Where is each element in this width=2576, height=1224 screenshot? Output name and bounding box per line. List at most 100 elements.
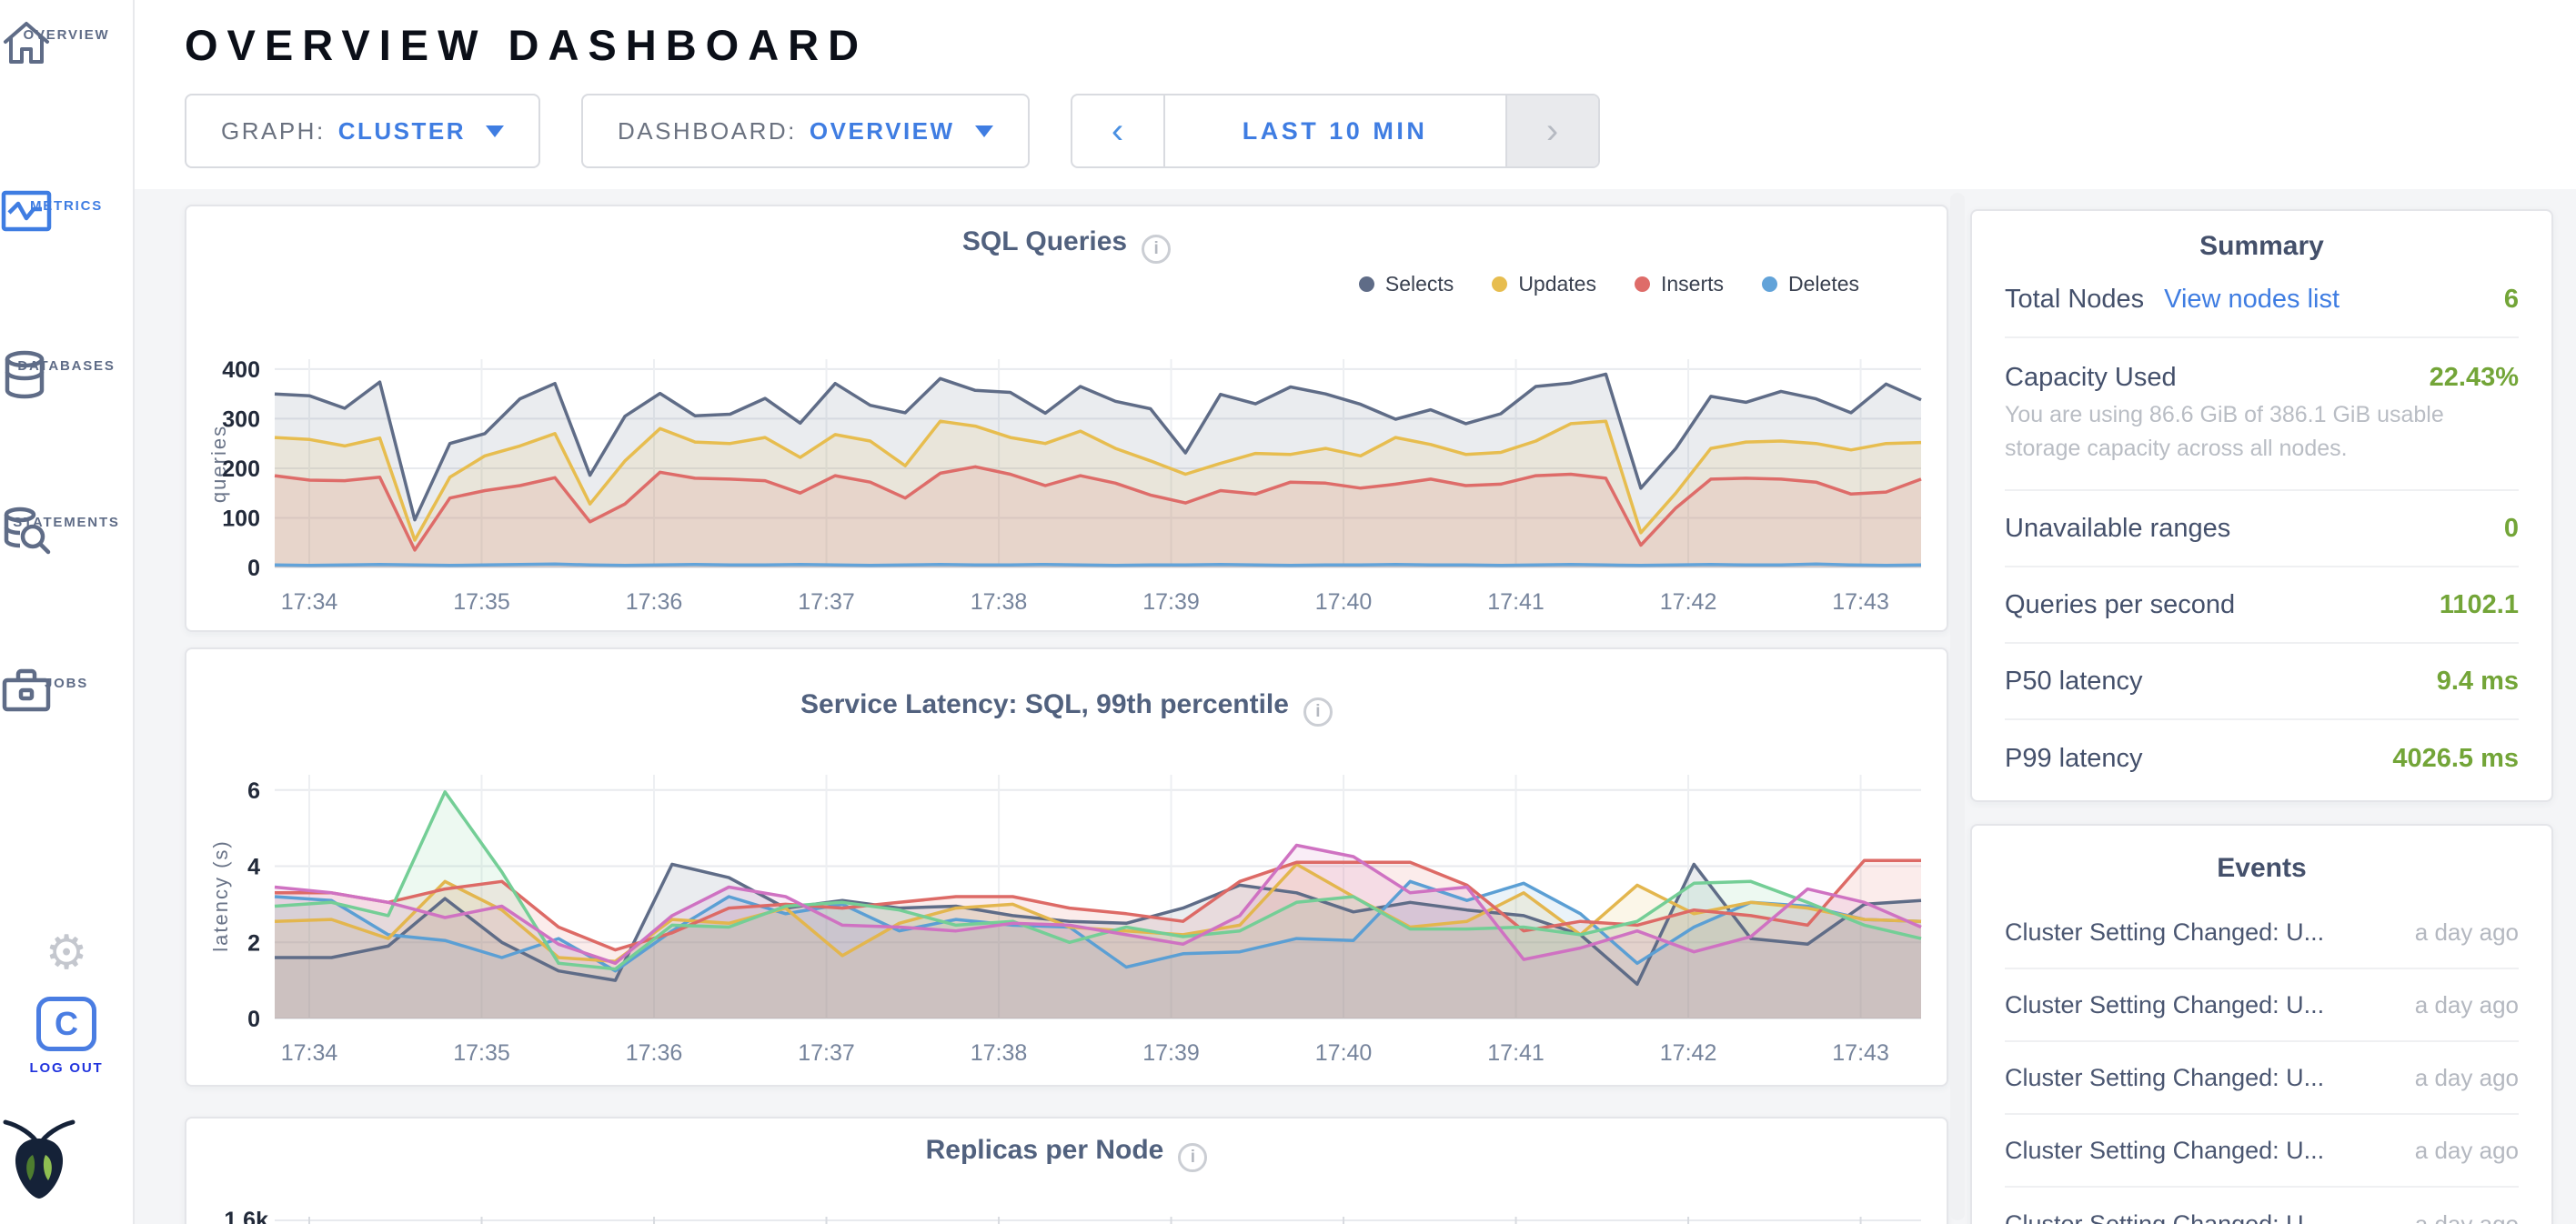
- dashboard-select-value: OVERVIEW: [810, 117, 955, 145]
- logout-button[interactable]: C LOG OUT: [0, 997, 133, 1076]
- summary-panel: Summary Total Nodes View nodes list 6 Capac…: [1970, 209, 2553, 802]
- event-time: a day ago: [2415, 991, 2519, 1019]
- summary-row: Total Nodes View nodes list 6: [2005, 262, 2519, 338]
- graph-select-label: GRAPH:: [221, 117, 326, 145]
- svg-text:1.6k: 1.6k: [224, 1208, 268, 1224]
- service-latency-chart[interactable]: 0 2 4 6 17:34 17:35 17:36 17:37 17:38 17:39 17:40 1…: [186, 649, 1950, 1089]
- summary-row-value: 9.4 ms: [2437, 667, 2519, 697]
- summary-row: P50 latency 9.4 ms: [2005, 644, 2519, 720]
- summary-row: Capacity Used 22.43%You are using 86.6 Gi…: [2005, 338, 2519, 491]
- sidebar-item-statements[interactable]: STATEMENTS: [0, 506, 133, 530]
- summary-row-label: Total Nodes: [2005, 285, 2144, 315]
- header: OVERVIEW DASHBOARD GRAPH: CLUSTER DASHBO…: [135, 0, 2576, 189]
- svg-text:17:40: 17:40: [1315, 1040, 1373, 1066]
- summary-row: P99 latency 4026.5 ms: [2005, 720, 2519, 797]
- sidebar-item-overview[interactable]: OVERVIEW: [0, 18, 133, 43]
- cockroach-c-icon: C: [0, 997, 133, 1051]
- svg-text:17:34: 17:34: [281, 1040, 338, 1066]
- time-range-label[interactable]: LAST 10 MIN: [1163, 95, 1507, 166]
- dashboard-content: SQL Queriesi SelectsUpdatesInsertsDelete…: [135, 189, 2576, 1224]
- sidebar-item-metrics[interactable]: METRICS: [0, 189, 133, 214]
- event-time: a day ago: [2415, 1137, 2519, 1165]
- summary-row: Queries per second 1102.1: [2005, 567, 2519, 644]
- time-prev-button[interactable]: ‹: [1072, 95, 1163, 166]
- svg-text:6: 6: [247, 778, 260, 804]
- svg-text:4: 4: [247, 855, 260, 880]
- chevron-down-icon: [975, 125, 993, 137]
- svg-text:17:40: 17:40: [1315, 589, 1373, 615]
- svg-text:17:34: 17:34: [281, 589, 338, 615]
- summary-title: Summary: [1972, 211, 2551, 262]
- summary-row-label: Queries per second: [2005, 590, 2235, 620]
- summary-row-note: You are using 86.6 GiB of 386.1 GiB usab…: [2005, 393, 2519, 465]
- event-row[interactable]: Cluster Setting Changed: U... a day ago: [2005, 897, 2519, 969]
- svg-text:200: 200: [222, 456, 260, 482]
- svg-text:17:35: 17:35: [453, 589, 510, 615]
- sql-queries-chart[interactable]: 010020030040017:3417:3517:3617:3717:3817…: [186, 206, 1950, 634]
- svg-text:17:43: 17:43: [1832, 589, 1889, 615]
- chevron-down-icon: [486, 125, 504, 137]
- event-text: Cluster Setting Changed: U...: [2005, 1064, 2324, 1092]
- dashboard-select-dropdown[interactable]: DASHBOARD: OVERVIEW: [581, 94, 1030, 168]
- svg-text:17:35: 17:35: [453, 1040, 510, 1066]
- event-time: a day ago: [2415, 918, 2519, 947]
- svg-text:17:42: 17:42: [1660, 589, 1717, 615]
- scrollbar[interactable]: [1950, 193, 1965, 1220]
- svg-text:17:39: 17:39: [1142, 1040, 1200, 1066]
- svg-text:17:41: 17:41: [1487, 589, 1545, 615]
- svg-text:400: 400: [222, 357, 260, 383]
- svg-text:17:43: 17:43: [1832, 1040, 1889, 1066]
- event-row[interactable]: Cluster Setting Changed: U... a day ago: [2005, 1115, 2519, 1188]
- svg-text:17:37: 17:37: [798, 1040, 855, 1066]
- cockroachdb-admin-ui: OVERVIEW METRICS DATABASES STATEMENTS JOBS ⚙ C…: [0, 0, 2576, 1224]
- summary-row-label: P99 latency: [2005, 744, 2143, 774]
- event-time: a day ago: [2415, 1210, 2519, 1224]
- event-row[interactable]: Cluster Setting Changed: U... a day ago: [2005, 1042, 2519, 1115]
- summary-row-value: 22.43%: [2430, 363, 2519, 393]
- summary-row-value: 0: [2504, 514, 2519, 544]
- svg-text:17:36: 17:36: [626, 1040, 683, 1066]
- event-text: Cluster Setting Changed: U...: [2005, 918, 2324, 947]
- svg-text:17:39: 17:39: [1142, 589, 1200, 615]
- graph-select-value: CLUSTER: [338, 117, 466, 145]
- graph-select-dropdown[interactable]: GRAPH: CLUSTER: [185, 94, 540, 168]
- event-text: Cluster Setting Changed: U...: [2005, 1137, 2324, 1165]
- svg-text:17:41: 17:41: [1487, 1040, 1545, 1066]
- summary-row-value: 4026.5 ms: [2392, 744, 2519, 774]
- sidebar: OVERVIEW METRICS DATABASES STATEMENTS JOBS ⚙ C…: [0, 0, 135, 1224]
- svg-text:17:42: 17:42: [1660, 1040, 1717, 1066]
- events-title: Events: [1972, 826, 2551, 897]
- svg-text:17:38: 17:38: [971, 1040, 1028, 1066]
- svg-text:17:38: 17:38: [971, 589, 1028, 615]
- svg-text:17:36: 17:36: [626, 589, 683, 615]
- summary-row-label: Unavailable ranges: [2005, 514, 2230, 544]
- svg-text:17:37: 17:37: [798, 589, 855, 615]
- event-text: Cluster Setting Changed: U...: [2005, 991, 2324, 1019]
- summary-row-label: P50 latency: [2005, 667, 2143, 697]
- event-row[interactable]: Cluster Setting Changed: U... a day ago: [2005, 1188, 2519, 1224]
- view-nodes-list-link[interactable]: View nodes list: [2164, 285, 2340, 315]
- svg-text:2: 2: [247, 930, 260, 956]
- logout-label: LOG OUT: [0, 1060, 133, 1076]
- replicas-per-node-chart[interactable]: 1.6k: [186, 1119, 1950, 1224]
- dashboard-select-label: DASHBOARD:: [618, 117, 797, 145]
- event-row[interactable]: Cluster Setting Changed: U... a day ago: [2005, 969, 2519, 1042]
- svg-text:0: 0: [247, 1007, 260, 1032]
- sidebar-item-databases[interactable]: DATABASES: [0, 349, 133, 374]
- sidebar-item-jobs[interactable]: JOBS: [0, 667, 133, 691]
- gear-icon[interactable]: ⚙: [0, 929, 133, 977]
- event-text: Cluster Setting Changed: U...: [2005, 1210, 2324, 1224]
- toolbar: GRAPH: CLUSTER DASHBOARD: OVERVIEW ‹ LAS…: [185, 94, 1600, 168]
- event-time: a day ago: [2415, 1064, 2519, 1092]
- time-range-selector: ‹ LAST 10 MIN ›: [1071, 94, 1600, 168]
- summary-row-value: 6: [2504, 285, 2519, 315]
- service-latency-chart-card: Service Latency: SQL, 99th percentilei l…: [185, 647, 1948, 1087]
- summary-row-label: Capacity Used: [2005, 363, 2177, 393]
- events-panel: Events Cluster Setting Changed: U... a da…: [1970, 824, 2553, 1224]
- svg-text:0: 0: [247, 556, 260, 581]
- replicas-per-node-chart-card: Replicas per Nodei 1.6k: [185, 1117, 1948, 1224]
- svg-text:300: 300: [222, 406, 260, 432]
- time-next-button[interactable]: ›: [1507, 95, 1598, 166]
- summary-row-value: 1102.1: [2440, 590, 2519, 620]
- sql-queries-chart-card: SQL Queriesi SelectsUpdatesInsertsDelete…: [185, 205, 1948, 632]
